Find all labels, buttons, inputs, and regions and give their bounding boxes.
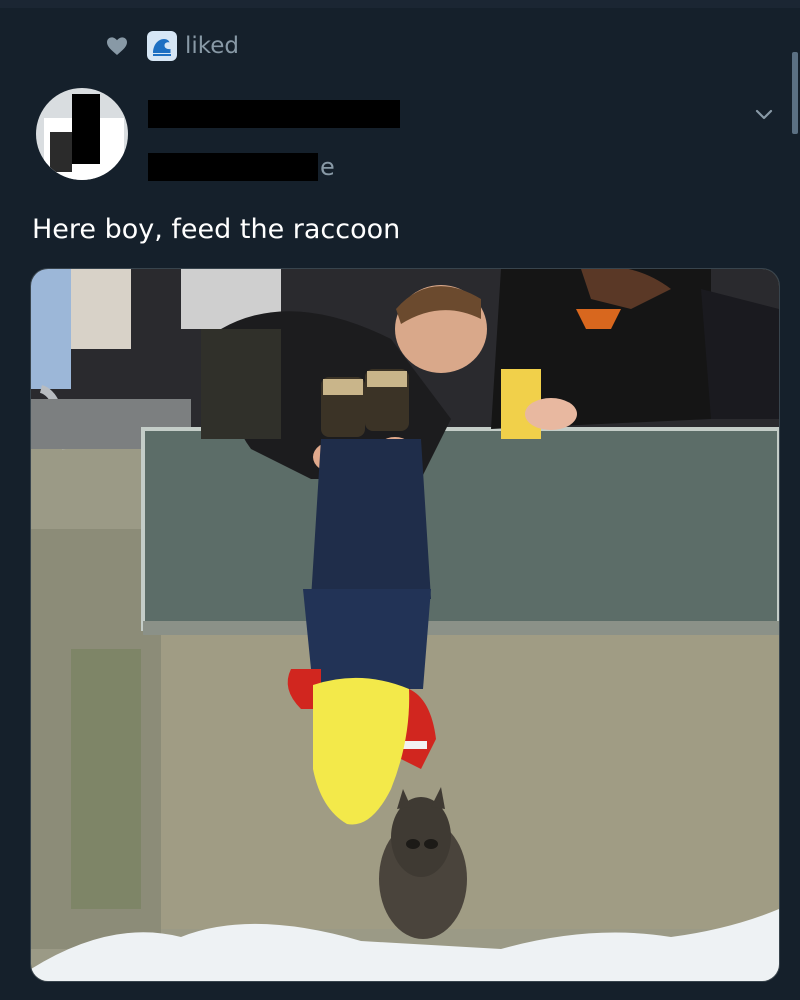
top-strip <box>0 0 800 8</box>
avatar-redaction <box>72 94 100 164</box>
tweet-photo[interactable] <box>30 268 780 982</box>
display-name-redacted[interactable] <box>148 100 400 128</box>
handle-suffix: e <box>320 153 335 181</box>
photo-illustration <box>31 269 779 981</box>
heart-icon <box>107 37 127 55</box>
chevron-down-icon[interactable] <box>752 102 776 126</box>
handle-redaction <box>148 153 318 181</box>
liked-activity-row: liked <box>105 30 239 62</box>
scrollbar[interactable] <box>792 52 798 134</box>
user-handle[interactable]: e <box>148 150 335 184</box>
liked-label: liked <box>185 33 240 59</box>
tweet-text: Here boy, feed the raccoon <box>32 214 401 245</box>
avatar[interactable] <box>36 88 128 180</box>
wave-icon <box>147 31 177 61</box>
